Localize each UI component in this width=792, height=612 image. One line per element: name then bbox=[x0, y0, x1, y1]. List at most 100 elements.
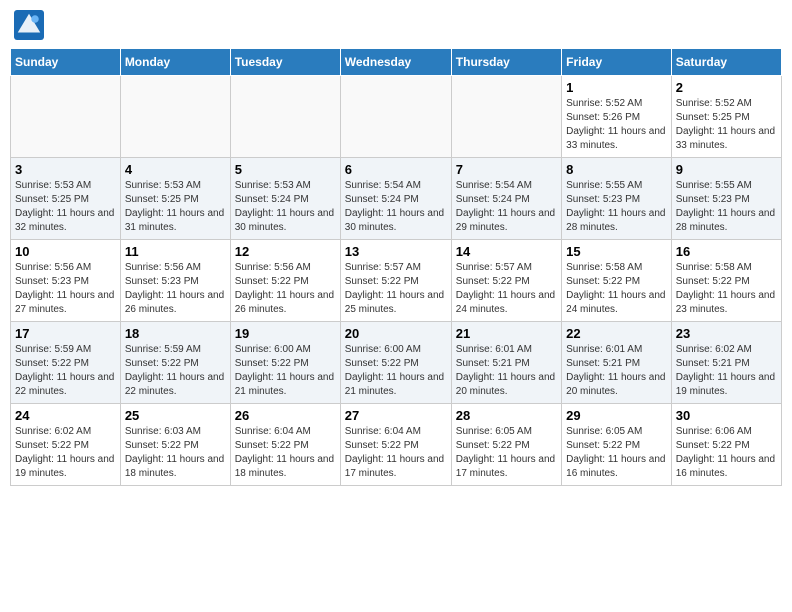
calendar-cell: 19 Sunrise: 6:00 AM Sunset: 5:22 PM Dayli… bbox=[230, 322, 340, 404]
day-info: Sunrise: 6:04 AM Sunset: 5:22 PM Dayligh… bbox=[235, 425, 336, 481]
calendar-cell: 25Sunrise: 6:03 AM Sunset: 5:22 PM Dayli… bbox=[120, 404, 230, 486]
day-info: Sunrise: 5:54 AM Sunset: 5:24 PM Dayligh… bbox=[456, 179, 557, 235]
day-number: 11 bbox=[125, 244, 226, 259]
day-info: Sunrise: 5:57 AM Sunset: 5:22 PM Dayligh… bbox=[345, 261, 447, 317]
day-info: Sunrise: 5:56 AM Sunset: 5:23 PM Dayligh… bbox=[125, 261, 226, 317]
day-number: 10 bbox=[15, 244, 116, 259]
calendar-cell: 6 Sunrise: 5:54 AM Sunset: 5:24 PM Daylig… bbox=[340, 158, 451, 240]
calendar-cell: 26 Sunrise: 6:04 AM Sunset: 5:22 PM Dayli… bbox=[230, 404, 340, 486]
calendar-table: SundayMondayTuesdayWednesdayThursdayFrid… bbox=[10, 48, 782, 486]
day-info: Sunrise: 5:55 AM Sunset: 5:23 PM Dayligh… bbox=[676, 179, 777, 235]
logo bbox=[14, 10, 46, 40]
day-number: 5 bbox=[235, 162, 336, 177]
day-number: 19 bbox=[235, 326, 336, 341]
calendar-cell: 9 Sunrise: 5:55 AM Sunset: 5:23 PM Daylig… bbox=[671, 158, 781, 240]
day-info: Sunrise: 5:57 AM Sunset: 5:22 PM Dayligh… bbox=[456, 261, 557, 317]
day-info: Sunrise: 5:58 AM Sunset: 5:22 PM Dayligh… bbox=[676, 261, 777, 317]
calendar-cell bbox=[230, 76, 340, 158]
day-number: 30 bbox=[676, 408, 777, 423]
day-info: Sunrise: 6:04 AM Sunset: 5:22 PM Dayligh… bbox=[345, 425, 447, 481]
calendar-cell: 29 Sunrise: 6:05 AM Sunset: 5:22 PM Dayli… bbox=[562, 404, 672, 486]
day-header-monday: Monday bbox=[120, 49, 230, 76]
calendar-cell: 2 Sunrise: 5:52 AM Sunset: 5:25 PM Daylig… bbox=[671, 76, 781, 158]
calendar-cell: 28Sunrise: 6:05 AM Sunset: 5:22 PM Dayli… bbox=[451, 404, 561, 486]
calendar-cell: 7Sunrise: 5:54 AM Sunset: 5:24 PM Daylig… bbox=[451, 158, 561, 240]
day-info: Sunrise: 6:03 AM Sunset: 5:22 PM Dayligh… bbox=[125, 425, 226, 481]
day-info: Sunrise: 6:05 AM Sunset: 5:22 PM Dayligh… bbox=[566, 425, 667, 481]
day-number: 2 bbox=[676, 80, 777, 95]
calendar-cell: 5 Sunrise: 5:53 AM Sunset: 5:24 PM Daylig… bbox=[230, 158, 340, 240]
day-number: 14 bbox=[456, 244, 557, 259]
day-number: 18 bbox=[125, 326, 226, 341]
calendar-cell: 30 Sunrise: 6:06 AM Sunset: 5:22 PM Dayli… bbox=[671, 404, 781, 486]
calendar-cell: 20Sunrise: 6:00 AM Sunset: 5:22 PM Dayli… bbox=[340, 322, 451, 404]
day-number: 9 bbox=[676, 162, 777, 177]
calendar-cell bbox=[451, 76, 561, 158]
day-number: 15 bbox=[566, 244, 667, 259]
week-row-2: 3 Sunrise: 5:53 AM Sunset: 5:25 PM Daylig… bbox=[11, 158, 782, 240]
day-info: Sunrise: 6:02 AM Sunset: 5:21 PM Dayligh… bbox=[676, 343, 777, 399]
day-number: 17 bbox=[15, 326, 116, 341]
calendar-cell: 18 Sunrise: 5:59 AM Sunset: 5:22 PM Dayli… bbox=[120, 322, 230, 404]
day-info: Sunrise: 5:53 AM Sunset: 5:24 PM Dayligh… bbox=[235, 179, 336, 235]
calendar-cell: 4 Sunrise: 5:53 AM Sunset: 5:25 PM Daylig… bbox=[120, 158, 230, 240]
day-number: 29 bbox=[566, 408, 667, 423]
day-info: Sunrise: 5:59 AM Sunset: 5:22 PM Dayligh… bbox=[15, 343, 116, 399]
day-info: Sunrise: 5:55 AM Sunset: 5:23 PM Dayligh… bbox=[566, 179, 667, 235]
day-number: 26 bbox=[235, 408, 336, 423]
day-header-thursday: Thursday bbox=[451, 49, 561, 76]
day-number: 23 bbox=[676, 326, 777, 341]
calendar-cell: 27Sunrise: 6:04 AM Sunset: 5:22 PM Dayli… bbox=[340, 404, 451, 486]
day-number: 21 bbox=[456, 326, 557, 341]
calendar-cell: 21 Sunrise: 6:01 AM Sunset: 5:21 PM Dayli… bbox=[451, 322, 561, 404]
day-info: Sunrise: 5:52 AM Sunset: 5:26 PM Dayligh… bbox=[566, 97, 667, 153]
day-number: 3 bbox=[15, 162, 116, 177]
calendar-cell bbox=[120, 76, 230, 158]
calendar-cell: 15 Sunrise: 5:58 AM Sunset: 5:22 PM Dayli… bbox=[562, 240, 672, 322]
calendar-cell bbox=[11, 76, 121, 158]
logo-icon bbox=[14, 10, 44, 40]
calendar-cell: 16 Sunrise: 5:58 AM Sunset: 5:22 PM Dayli… bbox=[671, 240, 781, 322]
day-info: Sunrise: 5:54 AM Sunset: 5:24 PM Dayligh… bbox=[345, 179, 447, 235]
day-info: Sunrise: 5:56 AM Sunset: 5:23 PM Dayligh… bbox=[15, 261, 116, 317]
day-header-tuesday: Tuesday bbox=[230, 49, 340, 76]
day-info: Sunrise: 6:01 AM Sunset: 5:21 PM Dayligh… bbox=[456, 343, 557, 399]
day-number: 6 bbox=[345, 162, 447, 177]
day-info: Sunrise: 5:53 AM Sunset: 5:25 PM Dayligh… bbox=[15, 179, 116, 235]
week-row-3: 10 Sunrise: 5:56 AM Sunset: 5:23 PM Dayli… bbox=[11, 240, 782, 322]
day-info: Sunrise: 6:02 AM Sunset: 5:22 PM Dayligh… bbox=[15, 425, 116, 481]
calendar-header-row: SundayMondayTuesdayWednesdayThursdayFrid… bbox=[11, 49, 782, 76]
day-info: Sunrise: 5:59 AM Sunset: 5:22 PM Dayligh… bbox=[125, 343, 226, 399]
day-info: Sunrise: 6:05 AM Sunset: 5:22 PM Dayligh… bbox=[456, 425, 557, 481]
calendar-cell bbox=[340, 76, 451, 158]
day-header-saturday: Saturday bbox=[671, 49, 781, 76]
day-number: 13 bbox=[345, 244, 447, 259]
day-info: Sunrise: 5:58 AM Sunset: 5:22 PM Dayligh… bbox=[566, 261, 667, 317]
day-number: 16 bbox=[676, 244, 777, 259]
week-row-4: 17 Sunrise: 5:59 AM Sunset: 5:22 PM Dayli… bbox=[11, 322, 782, 404]
page-header bbox=[10, 10, 782, 40]
day-info: Sunrise: 6:00 AM Sunset: 5:22 PM Dayligh… bbox=[345, 343, 447, 399]
day-header-wednesday: Wednesday bbox=[340, 49, 451, 76]
day-header-friday: Friday bbox=[562, 49, 672, 76]
day-info: Sunrise: 5:56 AM Sunset: 5:22 PM Dayligh… bbox=[235, 261, 336, 317]
day-number: 22 bbox=[566, 326, 667, 341]
day-number: 8 bbox=[566, 162, 667, 177]
day-info: Sunrise: 6:01 AM Sunset: 5:21 PM Dayligh… bbox=[566, 343, 667, 399]
day-number: 24 bbox=[15, 408, 116, 423]
calendar-body: 1Sunrise: 5:52 AM Sunset: 5:26 PM Daylig… bbox=[11, 76, 782, 486]
calendar-cell: 14 Sunrise: 5:57 AM Sunset: 5:22 PM Dayli… bbox=[451, 240, 561, 322]
day-number: 4 bbox=[125, 162, 226, 177]
day-info: Sunrise: 5:52 AM Sunset: 5:25 PM Dayligh… bbox=[676, 97, 777, 153]
calendar-cell: 24 Sunrise: 6:02 AM Sunset: 5:22 PM Dayli… bbox=[11, 404, 121, 486]
day-info: Sunrise: 5:53 AM Sunset: 5:25 PM Dayligh… bbox=[125, 179, 226, 235]
calendar-cell: 17 Sunrise: 5:59 AM Sunset: 5:22 PM Dayli… bbox=[11, 322, 121, 404]
calendar-cell: 1Sunrise: 5:52 AM Sunset: 5:26 PM Daylig… bbox=[562, 76, 672, 158]
day-info: Sunrise: 6:06 AM Sunset: 5:22 PM Dayligh… bbox=[676, 425, 777, 481]
calendar-cell: 12Sunrise: 5:56 AM Sunset: 5:22 PM Dayli… bbox=[230, 240, 340, 322]
day-info: Sunrise: 6:00 AM Sunset: 5:22 PM Dayligh… bbox=[235, 343, 336, 399]
calendar-cell: 11 Sunrise: 5:56 AM Sunset: 5:23 PM Dayli… bbox=[120, 240, 230, 322]
day-header-sunday: Sunday bbox=[11, 49, 121, 76]
calendar-cell: 3 Sunrise: 5:53 AM Sunset: 5:25 PM Daylig… bbox=[11, 158, 121, 240]
calendar-cell: 22 Sunrise: 6:01 AM Sunset: 5:21 PM Dayli… bbox=[562, 322, 672, 404]
